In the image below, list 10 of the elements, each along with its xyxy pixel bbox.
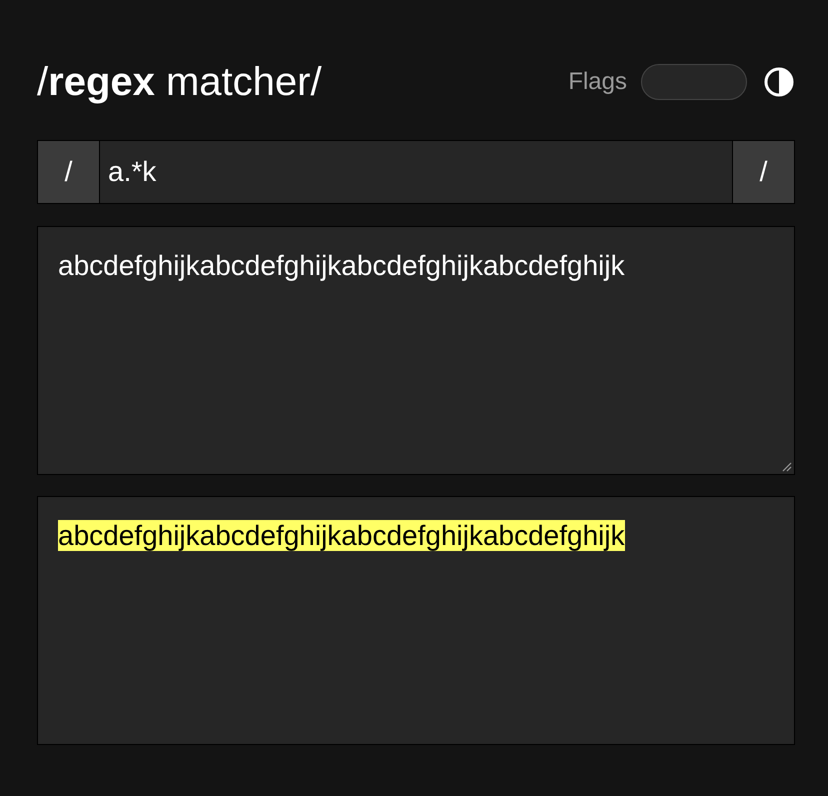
match-highlight: abcdefghijkabcdefghijkabcdefghijkabcdefghijk xyxy=(58,520,625,551)
app-title: /regex matcher/ xyxy=(37,60,322,104)
flags-toggle[interactable] xyxy=(641,64,747,100)
flags-label: Flags xyxy=(568,68,627,96)
delimiter-label: / xyxy=(733,141,794,203)
test-text-area[interactable]: abcdefghijkabcdefghijkabcdefghijkabcdefghijk xyxy=(37,226,795,475)
delimiter-label: / xyxy=(38,141,99,203)
contrast-icon[interactable] xyxy=(763,66,795,98)
resize-handle-icon[interactable] xyxy=(780,460,792,472)
regex-field[interactable]: / a.*k / xyxy=(37,140,795,204)
